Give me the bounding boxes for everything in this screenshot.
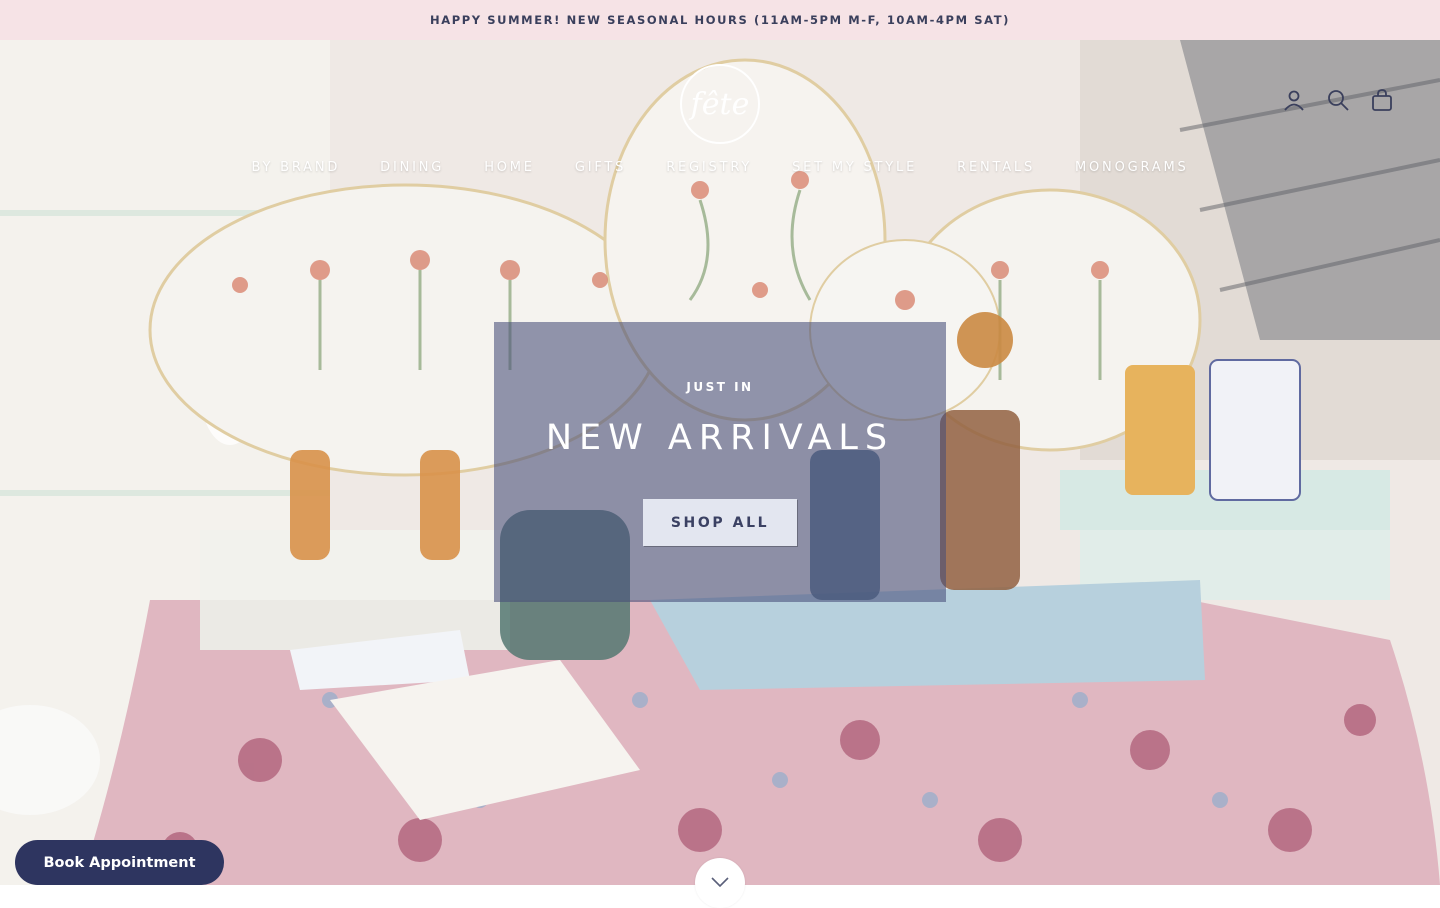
- nav-item-set-my-style[interactable]: SET MY STYLE: [772, 160, 937, 175]
- hero-title: NEW ARRIVALS: [545, 418, 895, 458]
- hero-banner: fête BY BRAND DINING HOME GIFTS REGISTRY…: [0, 40, 1440, 885]
- hero-promo-box: JUST IN NEW ARRIVALS SHOP ALL: [494, 322, 946, 602]
- hero-eyebrow: JUST IN: [686, 380, 754, 394]
- nav-item-gifts[interactable]: GIFTS: [555, 160, 646, 175]
- site-logo[interactable]: fête: [678, 62, 762, 146]
- header-icons: [1282, 88, 1394, 112]
- book-appointment-button[interactable]: Book Appointment: [15, 840, 224, 885]
- announcement-bar: HAPPY SUMMER! NEW SEASONAL HOURS (11AM-5…: [0, 0, 1440, 40]
- nav-item-home[interactable]: HOME: [464, 160, 555, 175]
- nav-item-registry[interactable]: REGISTRY: [646, 160, 772, 175]
- account-icon[interactable]: [1282, 88, 1306, 112]
- cart-bag-icon[interactable]: [1370, 88, 1394, 112]
- nav-item-dining[interactable]: DINING: [360, 160, 464, 175]
- announcement-text: HAPPY SUMMER! NEW SEASONAL HOURS (11AM-5…: [429, 13, 1011, 27]
- nav-item-rentals[interactable]: RENTALS: [937, 160, 1055, 175]
- shop-all-button[interactable]: SHOP ALL: [643, 499, 797, 546]
- main-nav: BY BRAND DINING HOME GIFTS REGISTRY SET …: [0, 160, 1440, 175]
- chevron-down-icon: [711, 874, 729, 892]
- search-icon[interactable]: [1326, 88, 1350, 112]
- logo-text: fête: [689, 87, 750, 122]
- scroll-down-button[interactable]: [695, 858, 745, 908]
- nav-item-by-brand[interactable]: BY BRAND: [231, 160, 360, 175]
- nav-item-monograms[interactable]: MONOGRAMS: [1055, 160, 1209, 175]
